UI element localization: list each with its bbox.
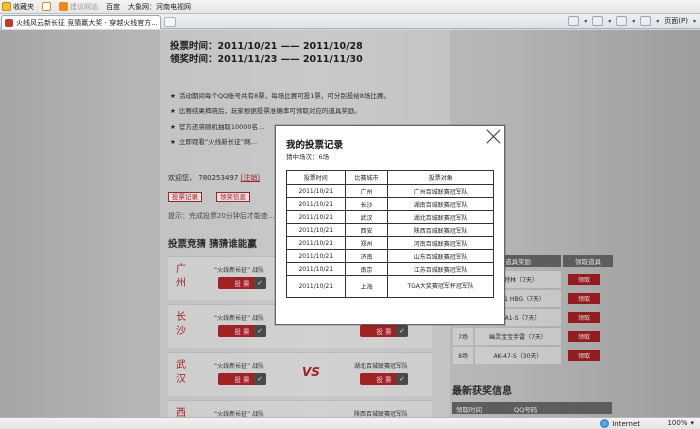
favorites-bar: 收藏夹 建议网站 百度 大象网：河南电视网 — [0, 0, 700, 417]
security-zone[interactable]: Internet — [600, 419, 640, 428]
city-cell: 上海 — [344, 275, 389, 298]
mail-icon[interactable] — [616, 16, 628, 26]
column-header: 投票时间 — [286, 170, 346, 185]
page-menu[interactable]: 页面(P) — [664, 16, 688, 26]
table-row: 2011/10/21 武汉 湖北百城联赛冠军队 — [286, 210, 494, 224]
tab-bar: 火线风云新长征 竞猜赢大奖 - 穿越火线官方... ▾ ▾ ▾ ▾ 页面(P) ▾ — [0, 14, 700, 29]
suggested-sites-label: 建议网站 — [70, 2, 98, 11]
team-cell: 湖北百城联赛冠军队 — [387, 210, 494, 224]
table-row: 2011/10/21 郑州 河南百城联赛冠军队 — [286, 236, 494, 250]
favorites-button[interactable]: 收藏夹 — [2, 2, 34, 12]
column-header: 投票对象 — [387, 170, 494, 185]
home-icon[interactable] — [568, 16, 580, 26]
vote-time-cell: 2011/10/21 — [286, 262, 346, 276]
table-header-row: 投票时间 比赛城市 投票对象 — [286, 170, 494, 185]
chevron-down-icon[interactable]: ▾ — [608, 18, 611, 25]
city-cell: 西安 — [344, 223, 389, 237]
daxiang-link[interactable]: 大象网：河南电视网 — [0, 2, 700, 417]
suggested-sites-link[interactable]: 建议网站 — [59, 2, 98, 12]
baidu-link[interactable]: 百度 — [0, 2, 700, 417]
command-bar: ▾ ▾ ▾ ▾ 页面(P) ▾ — [568, 16, 696, 26]
team-cell: TGA大奖赛冠军杯冠军队 — [387, 275, 494, 298]
team-cell: 江苏百城联赛冠军队 — [387, 262, 494, 276]
zoom-control[interactable]: 100% ▾ — [667, 419, 694, 427]
team-cell: 河南百城联赛冠军队 — [387, 236, 494, 250]
close-icon[interactable] — [486, 128, 502, 144]
city-cell: 长沙 — [344, 197, 389, 211]
globe-icon — [600, 419, 610, 428]
modal-title: 我的投票记录 — [286, 140, 344, 151]
site-favicon-icon — [5, 18, 13, 27]
table-row: 2011/10/21 济南 山东百城联赛冠军队 — [286, 249, 494, 263]
table-row: 2011/10/21 南京 江苏百城联赛冠军队 — [286, 262, 494, 276]
print-icon[interactable] — [640, 16, 652, 26]
zone-label: Internet — [612, 419, 640, 428]
table-row: 2011/10/21 西安 陕西百城联赛冠军队 — [286, 223, 494, 237]
baidu-label: 百度 — [106, 2, 120, 11]
feeds-icon[interactable] — [592, 16, 604, 26]
new-tab-button[interactable] — [164, 17, 176, 27]
city-cell: 武汉 — [344, 210, 389, 224]
vote-time-cell: 2011/10/21 — [286, 236, 346, 250]
suggested-sites-icon — [59, 2, 68, 11]
city-cell: 济南 — [344, 249, 389, 263]
chevron-down-icon[interactable]: ▾ — [693, 18, 696, 25]
vote-record-modal: 我的投票记录 猜中场次：6场 投票时间 比赛城市 投票对象 2011/10/21… — [275, 125, 505, 325]
city-cell: 郑州 — [344, 236, 389, 250]
vote-time-cell: 2011/10/21 — [286, 210, 346, 224]
table-row: 2011/10/21 上海 TGA大奖赛冠军杯冠军队 — [286, 275, 494, 298]
add-to-favorites-icon — [42, 2, 51, 11]
status-bar: Internet 100% ▾ — [0, 417, 700, 429]
tab-title: 火线风云新长征 竞猜赢大奖 - 穿越火线官方... — [16, 18, 158, 27]
city-cell: 广州 — [344, 184, 389, 198]
team-cell: 广州百城联赛冠军队 — [387, 184, 494, 198]
vote-time-cell: 2011/10/21 — [286, 249, 346, 263]
browser-tab-active[interactable]: 火线风云新长征 竞猜赢大奖 - 穿越火线官方... — [1, 15, 161, 29]
daxiang-label: 大象网：河南电视网 — [128, 2, 191, 11]
table-row: 2011/10/21 长沙 湖南百城联赛冠军队 — [286, 197, 494, 211]
vote-time-cell: 2011/10/21 — [286, 275, 346, 298]
modal-subtitle: 猜中场次：6场 — [286, 153, 330, 161]
city-cell: 南京 — [344, 262, 389, 276]
vote-time-cell: 2011/10/21 — [286, 197, 346, 211]
zoom-level: 100% — [667, 419, 688, 427]
vote-time-cell: 2011/10/21 — [286, 184, 346, 198]
vote-record-table: 投票时间 比赛城市 投票对象 2011/10/21 广州 广州百城联赛冠军队 201… — [286, 170, 494, 298]
chevron-down-icon[interactable]: ▾ — [632, 18, 635, 25]
team-cell: 山东百城联赛冠军队 — [387, 249, 494, 263]
team-cell: 湖南百城联赛冠军队 — [387, 197, 494, 211]
column-header: 比赛城市 — [344, 170, 389, 185]
favorites-label: 收藏夹 — [13, 2, 34, 11]
add-favorite-button[interactable] — [42, 2, 51, 11]
vote-time-cell: 2011/10/21 — [286, 223, 346, 237]
favorites-star-icon — [2, 2, 11, 11]
chevron-down-icon: ▾ — [690, 419, 694, 427]
table-row: 2011/10/21 广州 广州百城联赛冠军队 — [286, 184, 494, 198]
chevron-down-icon[interactable]: ▾ — [584, 18, 587, 25]
chevron-down-icon[interactable]: ▾ — [656, 18, 659, 25]
team-cell: 陕西百城联赛冠军队 — [387, 223, 494, 237]
